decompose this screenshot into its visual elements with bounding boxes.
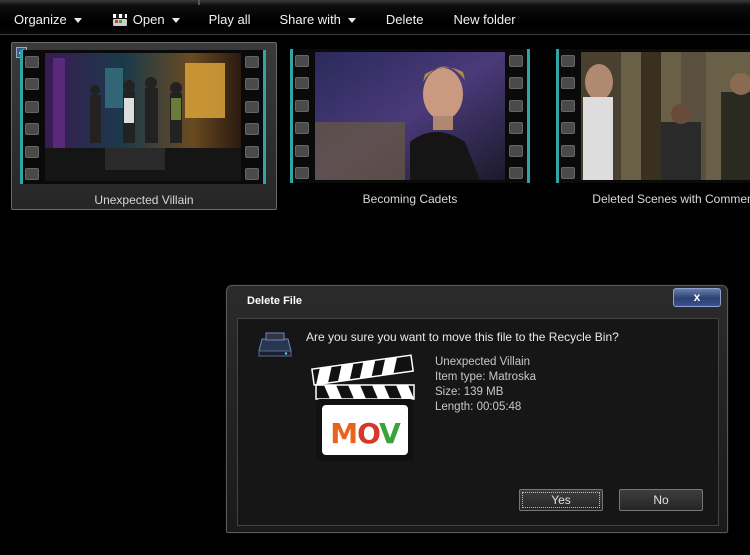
open-button[interactable]: Open <box>112 5 180 35</box>
video-title: Deleted Scenes with Commen <box>592 192 750 206</box>
command-toolbar: Organize Open Play all Share with Delete… <box>0 5 750 35</box>
delete-button[interactable]: Delete <box>386 5 424 35</box>
drive-icon <box>258 331 292 357</box>
mov-file-icon: MOV <box>308 353 420 465</box>
new-folder-label: New folder <box>453 12 516 27</box>
video-tile-unexpected-villain[interactable]: ✓ <box>11 42 277 210</box>
no-label: No <box>653 493 669 507</box>
organize-button[interactable]: Organize <box>14 5 82 35</box>
dialog-content: Are you sure you want to move this file … <box>237 318 719 526</box>
open-label: Open <box>132 12 165 27</box>
new-folder-button[interactable]: New folder <box>453 5 515 35</box>
yes-label: Yes <box>551 493 571 507</box>
video-title: Unexpected Villain <box>94 193 194 207</box>
film-frame <box>290 49 530 183</box>
file-length: Length: 00:05:48 <box>435 401 522 413</box>
close-icon: x <box>693 290 701 304</box>
file-size: Size: 139 MB <box>435 386 504 398</box>
no-button[interactable]: No <box>619 489 703 511</box>
yes-button[interactable]: Yes <box>519 489 603 511</box>
close-button[interactable]: x <box>673 288 721 307</box>
video-thumbnail <box>45 53 241 181</box>
file-name: Unexpected Villain <box>435 356 531 368</box>
file-info: Unexpected Villain Item type: Matroska S… <box>435 355 536 415</box>
video-thumbnail <box>581 52 750 180</box>
organize-label: Organize <box>14 12 67 27</box>
clapperboard-icon <box>112 13 127 26</box>
chevron-down-icon <box>347 18 356 23</box>
video-thumbnail <box>315 52 505 180</box>
delete-label: Delete <box>385 12 424 27</box>
video-tile-becoming-cadets[interactable]: Becoming Cadets <box>287 42 533 210</box>
share-with-label: Share with <box>279 12 341 27</box>
chevron-down-icon <box>73 18 82 23</box>
video-title: Becoming Cadets <box>362 192 458 206</box>
play-all-button[interactable]: Play all <box>209 5 251 35</box>
confirm-question: Are you sure you want to move this file … <box>306 330 619 344</box>
file-type: Item type: Matroska <box>435 371 536 383</box>
delete-file-dialog: Delete File x Are you sure you want to m… <box>226 285 728 533</box>
share-with-button[interactable]: Share with <box>279 5 356 35</box>
dialog-title: Delete File <box>247 295 303 307</box>
video-tile-deleted-scenes[interactable]: Deleted Scenes with Commen <box>553 42 750 210</box>
play-all-label: Play all <box>208 12 251 27</box>
film-frame <box>20 50 266 184</box>
chevron-down-icon <box>171 18 180 23</box>
mov-label: MOV <box>330 417 401 450</box>
film-frame <box>556 49 750 183</box>
